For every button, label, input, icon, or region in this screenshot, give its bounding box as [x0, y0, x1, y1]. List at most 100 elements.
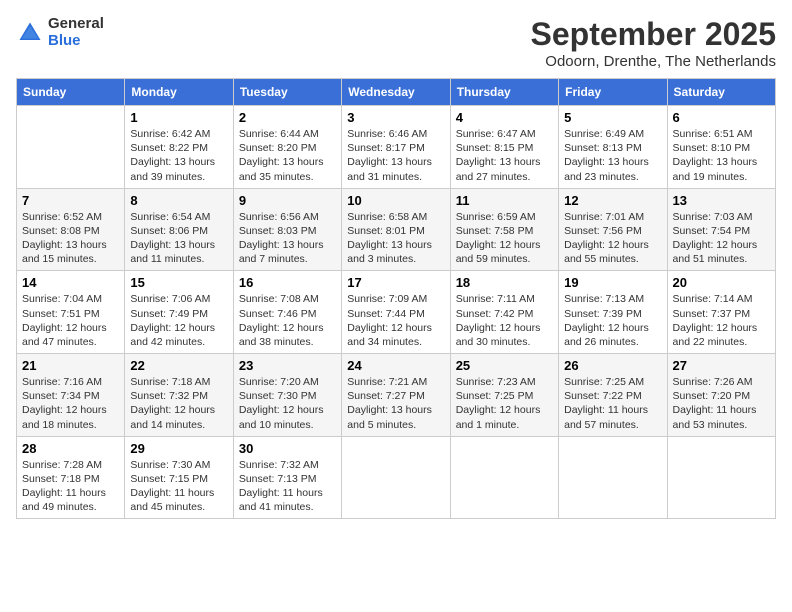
day-number: 30 — [239, 441, 336, 456]
day-number: 12 — [564, 193, 661, 208]
day-info: Sunrise: 6:47 AM Sunset: 8:15 PM Dayligh… — [456, 128, 541, 183]
day-number: 23 — [239, 358, 336, 373]
logo-general-text: General — [48, 16, 104, 33]
day-info: Sunrise: 7:25 AM Sunset: 7:22 PM Dayligh… — [564, 376, 648, 431]
day-info: Sunrise: 7:26 AM Sunset: 7:20 PM Dayligh… — [673, 376, 757, 431]
day-info: Sunrise: 6:44 AM Sunset: 8:20 PM Dayligh… — [239, 128, 324, 183]
day-info: Sunrise: 7:13 AM Sunset: 7:39 PM Dayligh… — [564, 293, 649, 348]
day-number: 9 — [239, 193, 336, 208]
day-number: 3 — [347, 110, 444, 125]
calendar-day-cell: 11Sunrise: 6:59 AM Sunset: 7:58 PM Dayli… — [450, 188, 558, 271]
day-info: Sunrise: 7:16 AM Sunset: 7:34 PM Dayligh… — [22, 376, 107, 431]
day-info: Sunrise: 7:28 AM Sunset: 7:18 PM Dayligh… — [22, 459, 106, 514]
calendar-day-cell: 5 Sunrise: 6:49 AM Sunset: 8:13 PM Daylig… — [559, 106, 667, 189]
day-info: Sunrise: 6:51 AM Sunset: 8:10 PM Dayligh… — [673, 128, 758, 183]
day-number: 19 — [564, 275, 661, 290]
day-info: Sunrise: 7:18 AM Sunset: 7:32 PM Dayligh… — [130, 376, 215, 431]
calendar-week-row: 7 Sunrise: 6:52 AM Sunset: 8:08 PM Daylig… — [17, 188, 776, 271]
calendar-week-row: 1 Sunrise: 6:42 AM Sunset: 8:22 PM Daylig… — [17, 106, 776, 189]
calendar-day-cell: 25Sunrise: 7:23 AM Sunset: 7:25 PM Dayli… — [450, 354, 558, 437]
day-number: 7 — [22, 193, 119, 208]
calendar-day-cell: 10Sunrise: 6:58 AM Sunset: 8:01 PM Dayli… — [342, 188, 450, 271]
page-title: September 2025 — [531, 16, 776, 53]
calendar-day-cell: 7 Sunrise: 6:52 AM Sunset: 8:08 PM Daylig… — [17, 188, 125, 271]
day-info: Sunrise: 7:09 AM Sunset: 7:44 PM Dayligh… — [347, 293, 432, 348]
calendar-day-cell: 27 Sunrise: 7:26 AM Sunset: 7:20 PM Dayli… — [667, 354, 775, 437]
calendar-day-cell: 21Sunrise: 7:16 AM Sunset: 7:34 PM Dayli… — [17, 354, 125, 437]
day-number: 4 — [456, 110, 553, 125]
day-info: Sunrise: 6:56 AM Sunset: 8:03 PM Dayligh… — [239, 211, 324, 266]
calendar-day-header: Sunday — [17, 79, 125, 106]
day-number: 5 — [564, 110, 661, 125]
calendar-header-row: SundayMondayTuesdayWednesdayThursdayFrid… — [17, 79, 776, 106]
day-number: 27 — [673, 358, 770, 373]
title-block: September 2025 Odoorn, Drenthe, The Neth… — [531, 16, 776, 70]
calendar-week-row: 28 Sunrise: 7:28 AM Sunset: 7:18 PM Dayli… — [17, 436, 776, 519]
day-info: Sunrise: 7:01 AM Sunset: 7:56 PM Dayligh… — [564, 211, 649, 266]
day-info: Sunrise: 6:52 AM Sunset: 8:08 PM Dayligh… — [22, 211, 107, 266]
calendar-table: SundayMondayTuesdayWednesdayThursdayFrid… — [16, 78, 776, 519]
calendar-day-cell — [342, 436, 450, 519]
logo-blue-text: Blue — [48, 33, 104, 50]
day-number: 17 — [347, 275, 444, 290]
calendar-day-header: Monday — [125, 79, 233, 106]
calendar-day-cell: 20Sunrise: 7:14 AM Sunset: 7:37 PM Dayli… — [667, 271, 775, 354]
calendar-day-header: Friday — [559, 79, 667, 106]
day-number: 16 — [239, 275, 336, 290]
calendar-day-cell: 29Sunrise: 7:30 AM Sunset: 7:15 PM Dayli… — [125, 436, 233, 519]
calendar-day-cell: 28 Sunrise: 7:28 AM Sunset: 7:18 PM Dayli… — [17, 436, 125, 519]
calendar-day-cell: 9 Sunrise: 6:56 AM Sunset: 8:03 PM Daylig… — [233, 188, 341, 271]
day-number: 1 — [130, 110, 227, 125]
logo-icon — [16, 19, 44, 47]
calendar-day-cell: 1 Sunrise: 6:42 AM Sunset: 8:22 PM Daylig… — [125, 106, 233, 189]
day-number: 22 — [130, 358, 227, 373]
calendar-day-cell — [559, 436, 667, 519]
calendar-day-header: Tuesday — [233, 79, 341, 106]
day-number: 18 — [456, 275, 553, 290]
day-info: Sunrise: 6:58 AM Sunset: 8:01 PM Dayligh… — [347, 211, 432, 266]
calendar-day-cell: 24 Sunrise: 7:21 AM Sunset: 7:27 PM Dayli… — [342, 354, 450, 437]
calendar-day-cell: 12 Sunrise: 7:01 AM Sunset: 7:56 PM Dayli… — [559, 188, 667, 271]
calendar-day-cell: 6 Sunrise: 6:51 AM Sunset: 8:10 PM Daylig… — [667, 106, 775, 189]
day-number: 6 — [673, 110, 770, 125]
day-info: Sunrise: 6:46 AM Sunset: 8:17 PM Dayligh… — [347, 128, 432, 183]
calendar-day-cell: 15Sunrise: 7:06 AM Sunset: 7:49 PM Dayli… — [125, 271, 233, 354]
day-info: Sunrise: 7:20 AM Sunset: 7:30 PM Dayligh… — [239, 376, 324, 431]
calendar-day-cell: 3 Sunrise: 6:46 AM Sunset: 8:17 PM Daylig… — [342, 106, 450, 189]
page-subtitle: Odoorn, Drenthe, The Netherlands — [531, 53, 776, 70]
calendar-day-cell: 26 Sunrise: 7:25 AM Sunset: 7:22 PM Dayli… — [559, 354, 667, 437]
calendar-day-cell — [450, 436, 558, 519]
day-number: 14 — [22, 275, 119, 290]
day-info: Sunrise: 6:59 AM Sunset: 7:58 PM Dayligh… — [456, 211, 541, 266]
calendar-day-cell: 19 Sunrise: 7:13 AM Sunset: 7:39 PM Dayli… — [559, 271, 667, 354]
calendar-day-cell: 18Sunrise: 7:11 AM Sunset: 7:42 PM Dayli… — [450, 271, 558, 354]
day-number: 25 — [456, 358, 553, 373]
calendar-day-cell: 13Sunrise: 7:03 AM Sunset: 7:54 PM Dayli… — [667, 188, 775, 271]
day-info: Sunrise: 6:49 AM Sunset: 8:13 PM Dayligh… — [564, 128, 649, 183]
day-number: 26 — [564, 358, 661, 373]
calendar-day-cell: 4 Sunrise: 6:47 AM Sunset: 8:15 PM Daylig… — [450, 106, 558, 189]
day-number: 28 — [22, 441, 119, 456]
calendar-week-row: 21Sunrise: 7:16 AM Sunset: 7:34 PM Dayli… — [17, 354, 776, 437]
day-info: Sunrise: 7:08 AM Sunset: 7:46 PM Dayligh… — [239, 293, 324, 348]
day-info: Sunrise: 7:21 AM Sunset: 7:27 PM Dayligh… — [347, 376, 432, 431]
calendar-day-header: Thursday — [450, 79, 558, 106]
calendar-day-cell: 22 Sunrise: 7:18 AM Sunset: 7:32 PM Dayli… — [125, 354, 233, 437]
calendar-day-cell — [667, 436, 775, 519]
day-number: 2 — [239, 110, 336, 125]
calendar-day-cell: 8Sunrise: 6:54 AM Sunset: 8:06 PM Daylig… — [125, 188, 233, 271]
day-number: 24 — [347, 358, 444, 373]
calendar-day-cell: 2 Sunrise: 6:44 AM Sunset: 8:20 PM Daylig… — [233, 106, 341, 189]
day-info: Sunrise: 7:30 AM Sunset: 7:15 PM Dayligh… — [130, 459, 214, 514]
day-number: 13 — [673, 193, 770, 208]
calendar-day-cell: 17 Sunrise: 7:09 AM Sunset: 7:44 PM Dayli… — [342, 271, 450, 354]
calendar-day-header: Wednesday — [342, 79, 450, 106]
page-header: General Blue September 2025 Odoorn, Dren… — [16, 16, 776, 70]
calendar-day-cell: 16 Sunrise: 7:08 AM Sunset: 7:46 PM Dayli… — [233, 271, 341, 354]
calendar-day-cell: 30Sunrise: 7:32 AM Sunset: 7:13 PM Dayli… — [233, 436, 341, 519]
day-number: 20 — [673, 275, 770, 290]
day-info: Sunrise: 6:42 AM Sunset: 8:22 PM Dayligh… — [130, 128, 215, 183]
day-info: Sunrise: 7:04 AM Sunset: 7:51 PM Dayligh… — [22, 293, 107, 348]
calendar-week-row: 14 Sunrise: 7:04 AM Sunset: 7:51 PM Dayli… — [17, 271, 776, 354]
calendar-day-cell — [17, 106, 125, 189]
